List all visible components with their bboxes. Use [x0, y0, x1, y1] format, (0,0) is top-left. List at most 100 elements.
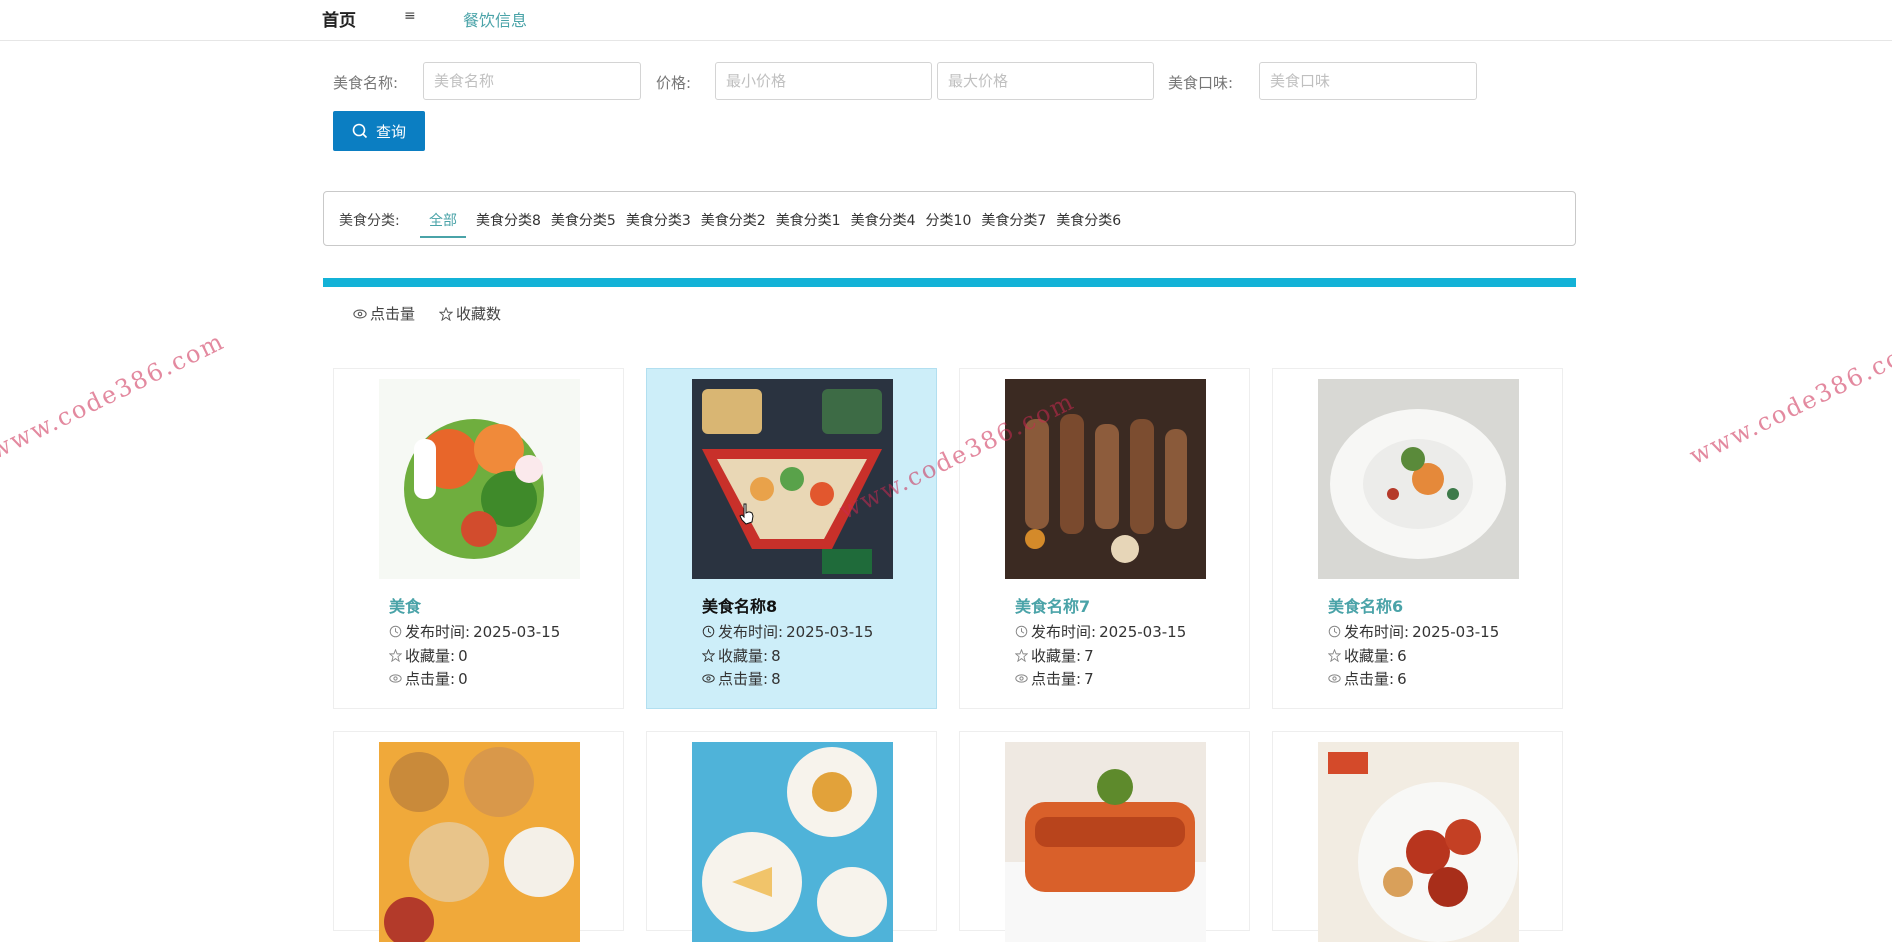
clock-icon: [1328, 625, 1341, 638]
star-icon: [389, 649, 402, 662]
category-item[interactable]: 美食分类7: [981, 210, 1046, 238]
food-name-label: 美食名称:: [333, 74, 399, 92]
food-name[interactable]: 美食名称8: [702, 593, 777, 617]
category-list: 全部 美食分类8 美食分类5 美食分类3 美食分类2 美食分类1 美食分类4 分…: [420, 210, 1121, 238]
top-nav: 首页 ≡ 餐饮信息: [0, 0, 1892, 41]
clock-icon: [389, 625, 402, 638]
search-button-label: 查询: [375, 122, 406, 141]
clicks-value: 6: [1397, 669, 1407, 688]
publish-label: 发布时间:: [405, 623, 471, 641]
eye-icon: [353, 309, 367, 318]
food-image[interactable]: [1318, 379, 1519, 579]
food-image[interactable]: [692, 379, 893, 579]
food-card[interactable]: [959, 731, 1250, 942]
clicks-label: 点击量:: [1031, 670, 1082, 688]
category-item[interactable]: 美食分类8: [476, 210, 541, 238]
clicks-count: 点击量: 8: [702, 668, 781, 689]
min-price-input[interactable]: [715, 62, 932, 100]
category-item[interactable]: 美食分类6: [1056, 210, 1121, 238]
favorites-value: 6: [1397, 646, 1407, 665]
divider-bar: [323, 278, 1576, 287]
taste-input[interactable]: [1259, 62, 1477, 100]
food-image[interactable]: [1318, 742, 1519, 942]
food-card[interactable]: 美食名称7 发布时间: 2025-03-15 收藏量: 7 点击量: 7: [959, 368, 1250, 709]
publish-time: 发布时间: 2025-03-15: [389, 621, 560, 642]
hand-cursor-icon: [739, 503, 754, 525]
favorites-label: 收藏量:: [718, 647, 769, 665]
publish-time: 发布时间: 2025-03-15: [1015, 621, 1186, 642]
category-label: 美食分类:: [339, 213, 400, 229]
search-button[interactable]: 查询: [333, 111, 425, 151]
publish-value: 2025-03-15: [1099, 622, 1187, 641]
favorites-value: 8: [771, 646, 781, 665]
clicks-label: 点击量:: [718, 670, 769, 688]
food-image[interactable]: [379, 742, 580, 942]
food-name-input[interactable]: [423, 62, 641, 100]
nav-food-info-link[interactable]: 餐饮信息: [463, 7, 527, 31]
clicks-value: 8: [771, 669, 781, 688]
food-card[interactable]: [333, 731, 624, 942]
nav-home-link[interactable]: 首页: [322, 6, 356, 31]
clicks-count: 点击量: 7: [1015, 668, 1094, 689]
food-card[interactable]: [646, 731, 937, 942]
sort-by-clicks[interactable]: 点击量: [353, 303, 415, 324]
sort-by-favorites[interactable]: 收藏数: [439, 303, 501, 324]
category-item[interactable]: 分类10: [926, 210, 972, 238]
category-item[interactable]: 美食分类4: [851, 210, 916, 238]
favorites-count: 收藏量: 7: [1015, 645, 1094, 666]
category-item[interactable]: 美食分类5: [551, 210, 616, 238]
sort-favorites-label: 收藏数: [456, 305, 502, 323]
star-icon: [1015, 649, 1028, 662]
publish-value: 2025-03-15: [786, 622, 874, 641]
watermark-left: www.code386.com: [0, 326, 230, 466]
food-card[interactable]: 美食名称8 发布时间: 2025-03-15 收藏量: 8 点击量: 8: [646, 368, 937, 709]
food-image[interactable]: [1005, 379, 1206, 579]
watermark-right: www.code386.com: [1685, 331, 1892, 471]
publish-time: 发布时间: 2025-03-15: [702, 621, 873, 642]
favorites-label: 收藏量:: [1031, 647, 1082, 665]
publish-label: 发布时间:: [1344, 623, 1410, 641]
publish-value: 2025-03-15: [1412, 622, 1500, 641]
clock-icon: [702, 625, 715, 638]
clock-icon: [1015, 625, 1028, 638]
publish-time: 发布时间: 2025-03-15: [1328, 621, 1499, 642]
publish-label: 发布时间:: [718, 623, 784, 641]
favorites-value: 0: [458, 646, 468, 665]
food-image[interactable]: [692, 742, 893, 942]
clicks-label: 点击量:: [1344, 670, 1395, 688]
star-icon: [702, 649, 715, 662]
favorites-value: 7: [1084, 646, 1094, 665]
food-card[interactable]: 美食名称6 发布时间: 2025-03-15 收藏量: 6 点击量: 6: [1272, 368, 1563, 709]
taste-label: 美食口味:: [1168, 74, 1234, 92]
category-item[interactable]: 美食分类3: [626, 210, 691, 238]
clicks-value: 0: [458, 669, 468, 688]
category-item[interactable]: 美食分类2: [701, 210, 766, 238]
food-card[interactable]: [1272, 731, 1563, 942]
food-image[interactable]: [1005, 742, 1206, 942]
price-label: 价格:: [656, 74, 692, 92]
favorites-label: 收藏量:: [405, 647, 456, 665]
favorites-count: 收藏量: 6: [1328, 645, 1407, 666]
favorites-count: 收藏量: 8: [702, 645, 781, 666]
category-all[interactable]: 全部: [420, 210, 466, 238]
clicks-count: 点击量: 0: [389, 668, 468, 689]
publish-value: 2025-03-15: [473, 622, 561, 641]
search-icon: [352, 123, 368, 139]
star-icon: [1328, 649, 1341, 662]
food-name[interactable]: 美食: [389, 593, 421, 617]
food-name[interactable]: 美食名称6: [1328, 593, 1403, 617]
food-name[interactable]: 美食名称7: [1015, 593, 1090, 617]
clicks-value: 7: [1084, 669, 1094, 688]
food-image[interactable]: [379, 379, 580, 579]
favorites-label: 收藏量:: [1344, 647, 1395, 665]
clicks-label: 点击量:: [405, 670, 456, 688]
star-icon: [439, 306, 453, 321]
eye-icon: [1328, 674, 1341, 683]
category-filter: 美食分类: 全部 美食分类8 美食分类5 美食分类3 美食分类2 美食分类1 美…: [323, 191, 1576, 246]
publish-label: 发布时间:: [1031, 623, 1097, 641]
eye-icon: [389, 674, 402, 683]
max-price-input[interactable]: [937, 62, 1154, 100]
food-card[interactable]: 美食 发布时间: 2025-03-15 收藏量: 0 点击量: 0: [333, 368, 624, 709]
menu-icon[interactable]: ≡: [404, 8, 416, 24]
category-item[interactable]: 美食分类1: [776, 210, 841, 238]
